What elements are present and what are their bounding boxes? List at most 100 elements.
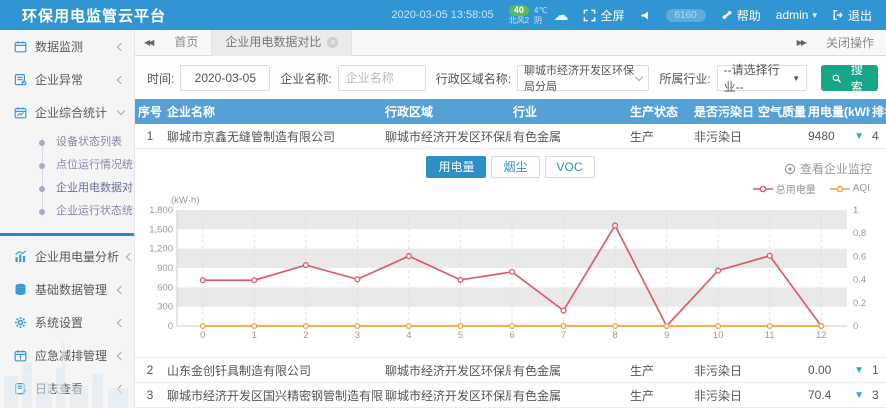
- username: admin: [776, 8, 809, 22]
- user-menu[interactable]: admin ▾: [776, 8, 817, 22]
- scroll-tabs-right-icon[interactable]: ▶▶: [788, 38, 814, 47]
- power-value: 0.00: [808, 363, 831, 377]
- search-button-label: 搜索: [847, 61, 867, 95]
- table-cell: 2: [135, 363, 165, 377]
- chevron-left-icon: [117, 351, 125, 359]
- chevron-left-icon: [117, 42, 125, 50]
- scroll-tabs-left-icon[interactable]: ◀◀: [135, 38, 161, 47]
- tab-home[interactable]: 首页: [161, 30, 212, 56]
- industry-select[interactable]: --请选择行业-- ▼: [717, 65, 808, 91]
- sidebar-subitem[interactable]: 企业运行状态统计: [0, 200, 134, 223]
- sidebar-subitem[interactable]: 企业用电数据对比: [0, 177, 134, 200]
- region-select[interactable]: 聊城市经济开发区环保局分局: [517, 65, 649, 91]
- sidebar-item[interactable]: 企业用电量分析: [0, 240, 134, 273]
- calendar-icon: [13, 40, 27, 54]
- table-row[interactable]: 1聊城市京鑫无缝管制造有限公司聊城市经济开发区环保局分局有色金属生产非污染日94…: [135, 124, 886, 149]
- app-title: 环保用电监管云平台: [0, 5, 166, 26]
- table-cell: 聊城市经济开发区环保局分局: [383, 362, 511, 379]
- database-icon: [13, 283, 27, 297]
- close-tab-icon[interactable]: ×: [327, 37, 338, 48]
- sidebar-subitem[interactable]: 点位运行情况统计: [0, 154, 134, 177]
- svg-text:1: 1: [853, 205, 858, 216]
- bullet-icon: [39, 186, 45, 192]
- svg-text:600: 600: [157, 283, 173, 294]
- notification-counter[interactable]: 6160: [666, 9, 706, 22]
- power-line-chart: (kW·h)1,8001,5001,200900600300010.80.60.…: [141, 194, 880, 352]
- chart-tab[interactable]: 用电量: [426, 156, 486, 178]
- table-cell: 生产: [628, 387, 692, 404]
- sidebar-item-label: 数据监测: [35, 38, 83, 55]
- sidebar-subitem-label: 点位运行情况统计: [56, 159, 135, 171]
- table-row[interactable]: 3聊城市经济开发区国兴精密钢管制造有限公司聊城市经济开发区环保局分局有色金属生产…: [135, 383, 886, 408]
- monitor-icon: [784, 163, 796, 175]
- company-name-input[interactable]: [338, 65, 426, 91]
- sidebar-item[interactable]: 应急减排管理: [0, 339, 134, 372]
- table-cell: 非污染日: [692, 387, 756, 404]
- mute-button[interactable]: [640, 10, 651, 21]
- sidebar-item-label: 企业用电量分析: [35, 248, 119, 265]
- monitor-link-label: 查看企业监控: [800, 160, 872, 177]
- trend-down-icon: ▼: [854, 131, 864, 142]
- legend-item[interactable]: AQI: [830, 183, 870, 194]
- table-cell: 有色金属: [511, 128, 628, 145]
- header-datetime: 2020-03-05 13:58:05: [391, 9, 493, 21]
- table-cell: 聊城市经济开发区国兴精密钢管制造有限公司: [165, 387, 383, 404]
- tab-active[interactable]: 企业用电数据对比 ×: [212, 30, 352, 56]
- sidebar-subitem[interactable]: 设备状态列表: [0, 131, 134, 154]
- table-cell: 有色金属: [511, 362, 628, 379]
- power-value: 70.4: [808, 388, 831, 402]
- table-cell: 生产: [628, 128, 692, 145]
- chevron-left-icon: [126, 252, 134, 260]
- tab-label: 首页: [174, 30, 198, 55]
- company-label: 企业名称:: [280, 70, 331, 87]
- table-row[interactable]: 2山东金创钎具制造有限公司聊城市经济开发区环保局分局有色金属生产非污染日0.00…: [135, 358, 886, 383]
- open-tabs: 首页 企业用电数据对比 ×: [161, 30, 352, 56]
- power-value: 9480: [808, 129, 835, 143]
- logout-button[interactable]: 退出: [832, 7, 872, 24]
- sidebar-item[interactable]: 企业综合统计: [0, 96, 134, 129]
- speaker-icon: [640, 10, 651, 21]
- fullscreen-icon: [583, 9, 596, 22]
- table-cell: 非污染日: [692, 128, 756, 145]
- fullscreen-button[interactable]: 全屏: [583, 7, 624, 24]
- bullet-icon: [39, 163, 45, 169]
- trend-down-icon: ▼: [854, 365, 864, 376]
- view-enterprise-monitor-link[interactable]: 查看企业监控: [784, 160, 872, 177]
- sidebar-item[interactable]: 数据监测: [0, 30, 134, 63]
- legend-marker-icon: [753, 185, 773, 193]
- sidebar-item[interactable]: 基础数据管理: [0, 273, 134, 306]
- bullet-icon: [39, 209, 45, 215]
- search-button[interactable]: 搜索: [821, 65, 878, 91]
- svg-text:0: 0: [853, 321, 858, 332]
- tab-label: 企业用电数据对比: [225, 30, 321, 55]
- chart-tab[interactable]: 烟尘: [491, 156, 539, 178]
- chart-tab[interactable]: VOC: [545, 156, 595, 178]
- power-cell: 9480 ▼: [806, 129, 870, 143]
- close-operations-button[interactable]: 关闭操作: [826, 34, 874, 51]
- table-cell: 聊城市经济开发区环保局分局: [383, 128, 511, 145]
- app-header: 环保用电监管云平台 2020-03-05 13:58:05 40 4℃ 北风2 …: [0, 0, 886, 30]
- log-icon: [13, 382, 27, 396]
- power-cell: 70.4▼: [806, 388, 870, 402]
- industry-label: 所属行业:: [659, 70, 710, 87]
- tab-bar: ◀◀ 首页 企业用电数据对比 × ▶▶ 关闭操作: [135, 30, 886, 56]
- time-label: 时间:: [147, 70, 174, 87]
- sidebar-menu: 数据监测企业异常企业综合统计设备状态列表点位运行情况统计企业用电数据对比企业运行…: [0, 30, 134, 405]
- legend-label: AQI: [853, 183, 870, 194]
- chart-icon: [13, 250, 27, 264]
- date-input[interactable]: [180, 65, 270, 91]
- header-toolbar: 2020-03-05 13:58:05 40 4℃ 北风2 阴 ☁ 全屏 616…: [391, 5, 886, 25]
- svg-text:1,500: 1,500: [149, 225, 173, 236]
- rank-cell: 3: [870, 388, 886, 402]
- svg-text:6: 6: [509, 330, 514, 341]
- sidebar-item[interactable]: 企业异常: [0, 63, 134, 96]
- chevron-left-icon: [117, 285, 125, 293]
- aqi-badge: 40: [509, 5, 529, 16]
- table-cell: 聊城市京鑫无缝管制造有限公司: [165, 128, 383, 145]
- bullet-icon: [39, 140, 45, 146]
- table-header-row: 序号企业名称行政区域行业生产状态是否污染日空气质量用电量(kWh)排名: [135, 99, 886, 124]
- help-button[interactable]: 帮助: [721, 7, 761, 24]
- sidebar-item[interactable]: 日志查看: [0, 372, 134, 405]
- sidebar-item[interactable]: 系统设置: [0, 306, 134, 339]
- weather-widget: 40 4℃ 北风2 阴 ☁: [509, 5, 569, 25]
